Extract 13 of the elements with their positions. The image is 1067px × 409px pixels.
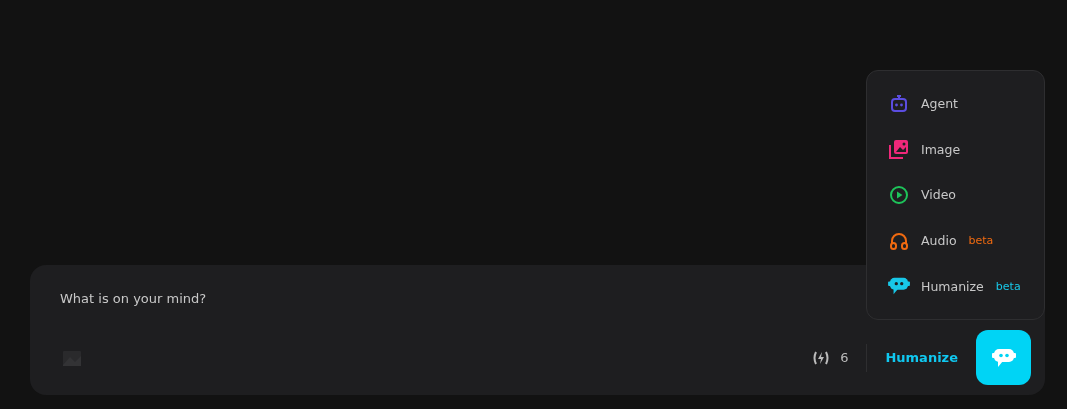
menu-item[interactable]: Audio beta (887, 220, 1044, 261)
lightning-icon (812, 350, 831, 365)
beta-tag: beta (968, 234, 994, 248)
prompt-field[interactable]: What is on your mind? (60, 285, 460, 312)
menu-item[interactable]: Humanize beta (887, 266, 1044, 307)
credit-count: 6 (840, 350, 849, 365)
chat-robot-icon (990, 346, 1017, 369)
menu-item[interactable]: Image (887, 129, 1044, 170)
menu-item[interactable]: Agent (887, 83, 1044, 124)
menu-item[interactable]: Video (887, 175, 1044, 215)
humanize-button[interactable] (976, 330, 1031, 385)
mode-label[interactable]: Humanize (885, 350, 958, 365)
beta-tag: beta (995, 279, 1021, 293)
